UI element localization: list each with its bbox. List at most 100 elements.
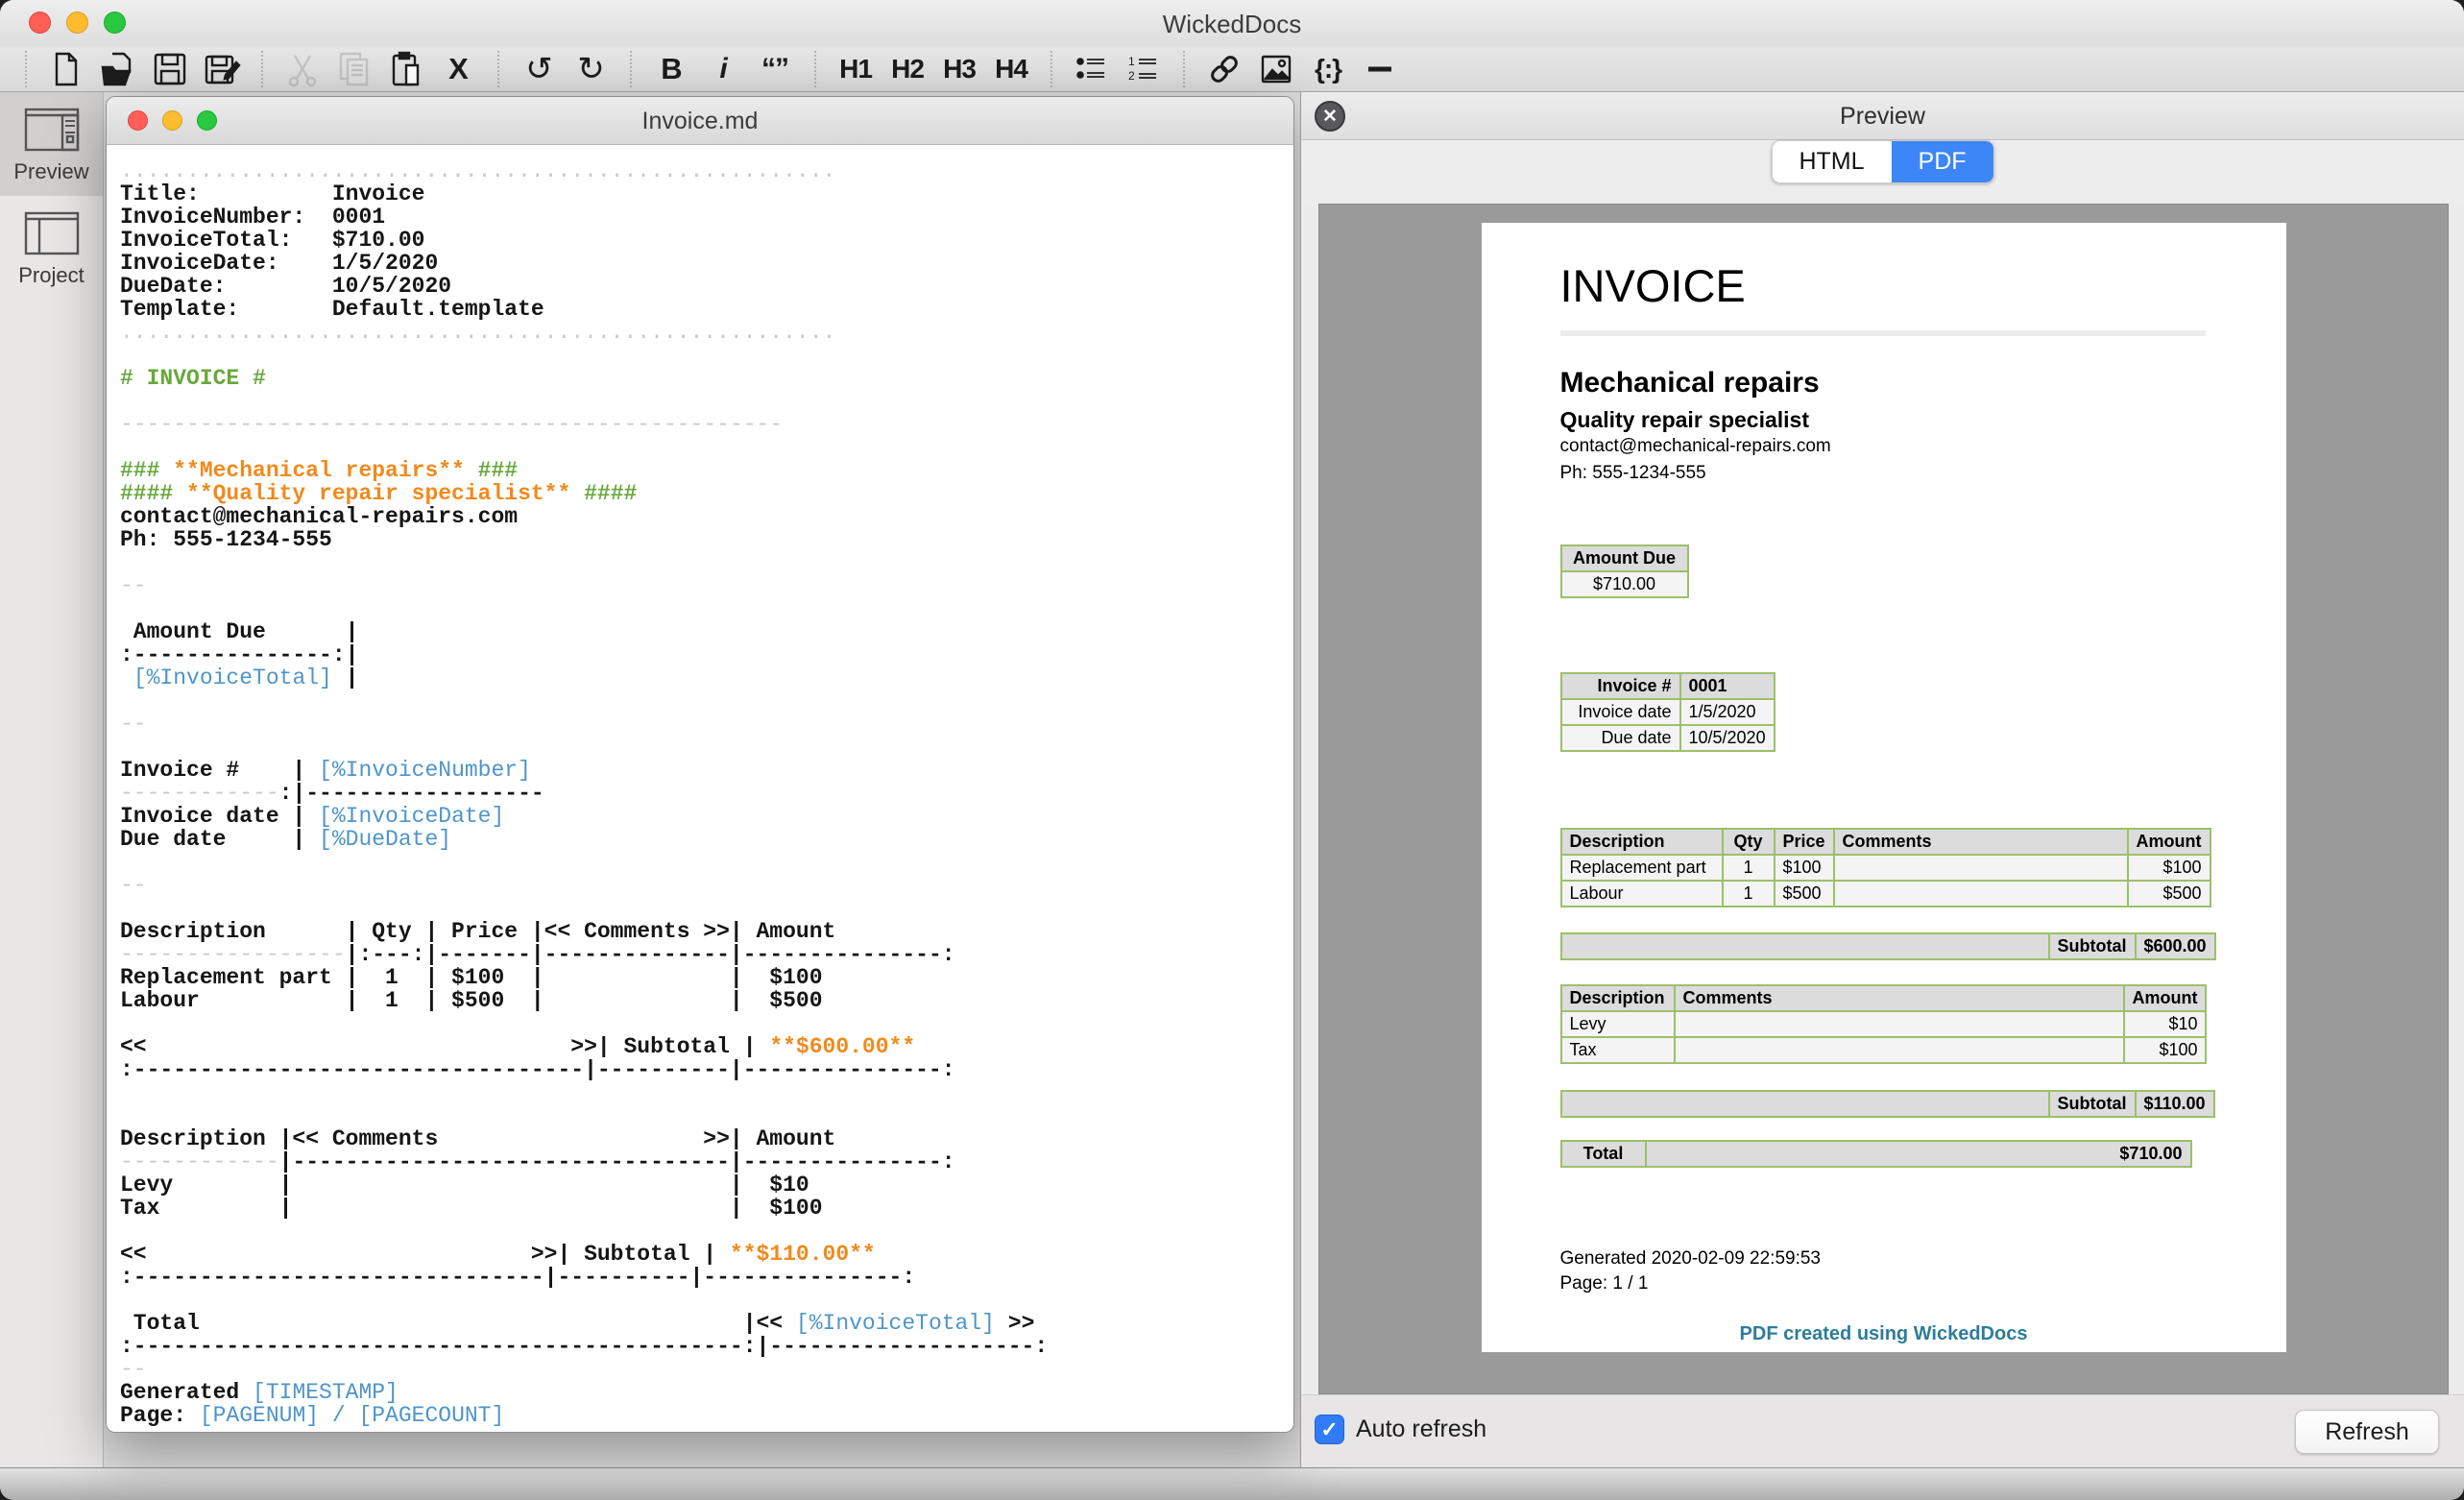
pdf-table-cell: Levy: [1561, 1011, 1675, 1037]
window-footer: [0, 1467, 2464, 1500]
toolbar-separator: [1051, 51, 1052, 87]
pdf-table-cell: Description: [1561, 829, 1723, 855]
total-value: $710.00: [1646, 1141, 2191, 1167]
pdf-table-cell: Amount: [2124, 985, 2207, 1011]
pdf-table-cell: Tax: [1561, 1037, 1675, 1063]
amount-due-value: $710.00: [1561, 571, 1688, 597]
redo-icon[interactable]: ↻: [565, 48, 616, 90]
pdf-amount-due-table: Amount Due $710.00: [1560, 544, 1689, 598]
link-icon[interactable]: [1198, 48, 1250, 90]
toolbar-separator: [630, 51, 632, 87]
new-document-icon[interactable]: [40, 48, 92, 90]
delete-icon-label: X: [448, 52, 468, 86]
sidebar-item-preview[interactable]: Preview: [0, 92, 103, 196]
subtotal-value: $110.00: [2136, 1091, 2214, 1117]
pdf-contact-email: contact@mechanical-repairs.com: [1560, 436, 1831, 457]
pdf-fees-table: DescriptionCommentsAmountLevy$10Tax$100: [1560, 984, 2208, 1064]
auto-refresh-checkbox[interactable]: ✓: [1315, 1415, 1344, 1444]
pdf-table-cell: $500: [2128, 881, 2210, 907]
pdf-table-cell: Labour: [1561, 881, 1723, 907]
pdf-heading: INVOICE: [1560, 259, 1746, 312]
pdf-page-number: Page: 1 / 1: [1560, 1273, 1649, 1294]
pdf-table-cell: Amount: [2128, 829, 2210, 855]
editor-body: ........................................…: [107, 146, 1293, 1432]
pdf-page: INVOICE Mechanical repairs Quality repai…: [1482, 223, 2286, 1352]
total-label: Total: [1561, 1141, 1646, 1167]
pdf-created-footer: PDF created using WickedDocs: [1482, 1323, 2286, 1345]
pdf-table-cell: Qty: [1723, 829, 1775, 855]
amount-due-header: Amount Due: [1561, 545, 1688, 571]
bullet-list-icon[interactable]: [1066, 48, 1118, 90]
preview-tabstrip: HTML PDF: [1301, 140, 2464, 204]
pdf-invoice-meta-table: Invoice #0001Invoice date1/5/2020Due dat…: [1560, 672, 1776, 752]
undo-icon[interactable]: ↺: [513, 48, 565, 90]
pdf-table-cell: 1/5/2020: [1680, 699, 1775, 725]
editor-window: Invoice.md .............................…: [106, 96, 1294, 1433]
redo-icon-label: ↻: [577, 50, 604, 88]
editor-content[interactable]: ........................................…: [107, 146, 1293, 1432]
pdf-phone: Ph: 555-1234-555: [1560, 463, 1706, 484]
tab-pdf[interactable]: PDF: [1892, 141, 1993, 182]
pdf-table-cell: [1834, 881, 2128, 907]
heading4-button[interactable]: H4: [985, 48, 1037, 90]
preview-canvas: INVOICE Mechanical repairs Quality repai…: [1318, 204, 2449, 1394]
pdf-company-name: Mechanical repairs: [1560, 367, 1820, 399]
copy-icon: [328, 48, 380, 90]
save-icon[interactable]: [144, 48, 196, 90]
app-title: WickedDocs: [0, 10, 2464, 39]
pdf-heading-rule: [1560, 330, 2206, 336]
heading2-button-label: H2: [891, 54, 924, 85]
bold-icon[interactable]: B: [645, 48, 697, 90]
preview-panel: ✕ Preview HTML PDF INVOICE Mechanical re…: [1300, 92, 2464, 1467]
heading2-button[interactable]: H2: [882, 48, 933, 90]
undo-icon-label: ↺: [525, 50, 552, 88]
pdf-tagline: Quality repair specialist: [1560, 407, 1810, 433]
blockquote-icon[interactable]: “”: [749, 48, 801, 90]
pdf-table-cell: [1675, 1037, 2124, 1063]
save-as-icon[interactable]: [196, 48, 248, 90]
pdf-table-cell: $100: [1775, 855, 1834, 881]
delete-icon[interactable]: X: [432, 48, 484, 90]
pdf-table-cell: $10: [2124, 1011, 2207, 1037]
bold-icon-label: B: [661, 52, 681, 86]
subtotal-label: Subtotal: [2049, 933, 2136, 959]
pdf-items-table: DescriptionQtyPriceCommentsAmountReplace…: [1560, 828, 2211, 907]
svg-text:2: 2: [1128, 69, 1135, 83]
pdf-table-cell: Invoice date: [1561, 699, 1680, 725]
auto-refresh-control[interactable]: ✓ Auto refresh: [1315, 1415, 1486, 1444]
subtotal-label: Subtotal: [2049, 1091, 2136, 1117]
italic-icon[interactable]: i: [697, 48, 749, 90]
pdf-generated-timestamp: Generated 2020-02-09 22:59:53: [1560, 1248, 1822, 1270]
pdf-table-cell: [1675, 1011, 2124, 1037]
preview-bottombar: ✓ Auto refresh Refresh: [1301, 1394, 2464, 1467]
pdf-table-cell: [1834, 855, 2128, 881]
pdf-table-cell: Comments: [1675, 985, 2124, 1011]
paste-icon[interactable]: [380, 48, 432, 90]
code-snippet-icon[interactable]: {:}: [1302, 48, 1354, 90]
tab-html[interactable]: HTML: [1772, 141, 1891, 182]
editor-titlebar: Invoice.md: [107, 97, 1293, 145]
toolbar: X ↺ ↻ Bi “” H1 H2 H3H4 12 {:}: [0, 46, 2464, 92]
preview-title: Preview: [1301, 103, 2464, 131]
pdf-table-cell: 1: [1723, 881, 1775, 907]
subtotal-value: $600.00: [2136, 933, 2215, 959]
pdf-total-bar: Total $710.00: [1560, 1140, 2192, 1168]
heading3-button[interactable]: H3: [933, 48, 985, 90]
sidebar-item-project[interactable]: Project: [0, 196, 103, 300]
image-icon[interactable]: [1250, 48, 1302, 90]
open-document-icon[interactable]: [92, 48, 144, 90]
code-snippet-icon-label: {:}: [1315, 54, 1341, 85]
toolbar-separator: [25, 51, 27, 87]
main-window: WickedDocs X↺↻Bi“”H1H2H3H412{:} PreviewP…: [0, 0, 2464, 1500]
pdf-table-cell: Invoice #: [1561, 673, 1680, 699]
refresh-button[interactable]: Refresh: [2295, 1410, 2439, 1454]
horizontal-rule-icon[interactable]: [1354, 48, 1406, 90]
heading1-button[interactable]: H1: [830, 48, 882, 90]
pdf-table-cell: 0001: [1680, 673, 1775, 699]
heading1-button-label: H1: [839, 54, 872, 85]
pdf-fees-subtotal-bar: Subtotal $110.00: [1560, 1090, 2215, 1118]
italic-icon-label: i: [719, 53, 726, 85]
pdf-table-cell: Replacement part: [1561, 855, 1723, 881]
cut-icon: [277, 48, 328, 90]
numbered-list-icon[interactable]: 12: [1118, 48, 1170, 90]
